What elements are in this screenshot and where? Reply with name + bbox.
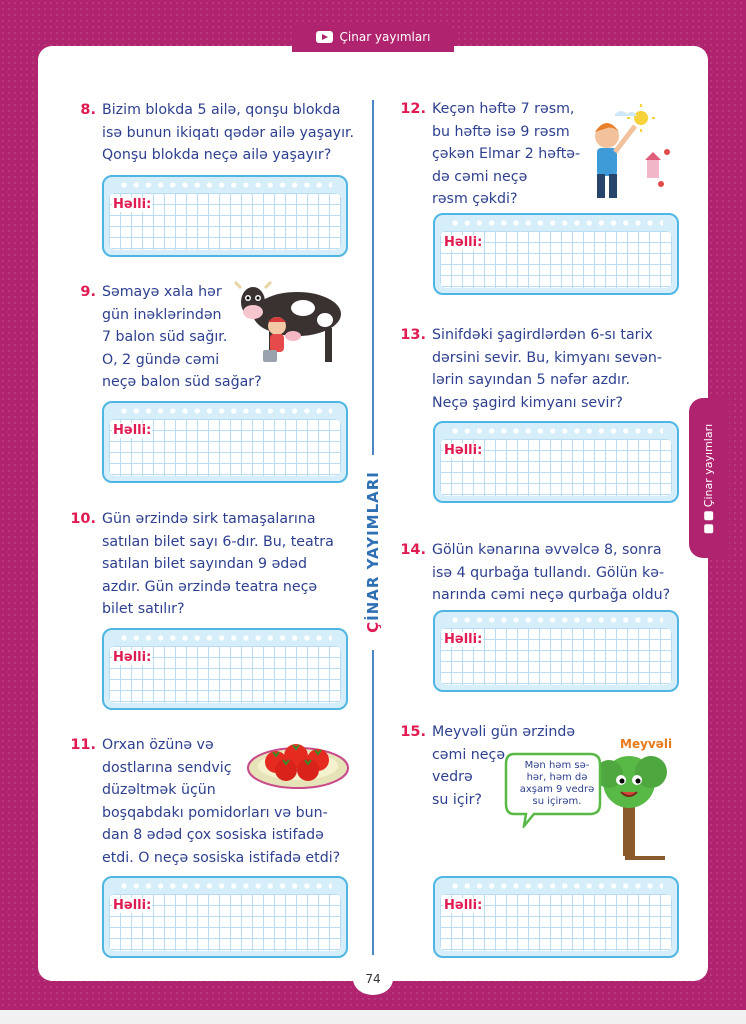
speech-line: su içirəm.	[532, 796, 582, 807]
problem-line: dərsini sevir. Bu, kimyanı sevən-	[432, 349, 662, 366]
header-brand-tab[interactable]: Çinar yayımları	[292, 22, 454, 52]
problem-number: 9.	[80, 284, 96, 300]
divider-brand: ÇİNAR YAYIMLARI	[364, 471, 382, 633]
problem-line: narında cəmi neçə qurbağa oldu?	[432, 587, 671, 603]
speech-line: axşam 9 vedrə	[519, 784, 595, 795]
problem-line: neçə balon süd sağar?	[102, 374, 262, 390]
problem-number: 12.	[400, 101, 426, 117]
problem-number: 15.	[400, 724, 426, 740]
page-number: 74	[353, 963, 393, 995]
problem-line: Meyvəli gün ərzində	[432, 724, 576, 740]
problem-number: 8.	[80, 102, 96, 118]
problem-line: satılan bilet sayından 9 ədəd	[102, 556, 308, 572]
side-brand-tab[interactable]: Çinar yayımları	[689, 398, 729, 558]
problem-line: bu həftə isə 9 rəsm	[432, 123, 570, 140]
answer-box-12[interactable]: Həlli:	[433, 213, 679, 295]
problem-line: Qonşu blokda neçə ailə yaşayır?	[102, 147, 332, 163]
solution-label: Həlli:	[112, 898, 153, 913]
problem-14: 14. Gölün kənarına əvvəlcə 8, sonra isə …	[400, 539, 671, 607]
problem-line: etdi. O neçə sosiska istifadə etdi?	[102, 849, 341, 866]
speech-line: Mən həm sə-	[524, 760, 590, 771]
column-divider-bottom	[372, 650, 374, 955]
problem-number: 10.	[70, 511, 96, 527]
problem-number: 11.	[70, 737, 96, 753]
problem-line: azdır. Gün ərzində teatra neçə	[102, 578, 318, 595]
answer-box-15[interactable]: Həlli:	[433, 876, 679, 958]
solution-label: Həlli:	[443, 443, 484, 458]
problem-line: dan 8 ədəd çox sosiska istifadə	[102, 827, 324, 843]
boy-drawing-illustration	[595, 104, 670, 198]
answer-box-8[interactable]: Həlli:	[102, 175, 348, 257]
solution-label: Həlli:	[443, 235, 484, 250]
problem-line: Keçən həftə 7 rəsm,	[432, 101, 575, 117]
speech-line: hər, həm də	[526, 772, 588, 783]
problem-number: 14.	[400, 542, 426, 558]
cow-milking-illustration	[233, 280, 341, 362]
solution-label: Həlli:	[112, 197, 153, 212]
youtube-icon	[315, 31, 333, 43]
answer-box-9[interactable]: Həlli:	[102, 401, 348, 483]
problem-8: 8. Bizim blokda 5 ailə, qonşu blokda isə…	[80, 99, 355, 167]
solution-label: Həlli:	[443, 898, 484, 913]
header-brand: Çinar yayımları	[339, 30, 431, 44]
problem-13: 13. Sinifdəki şagirdlərdən 6-sı tarix də…	[400, 324, 662, 414]
answer-box-14[interactable]: Həlli:	[433, 610, 679, 692]
tomato-plate-illustration	[247, 744, 349, 789]
problem-line: isə 4 qurbağa tullandı. Gölün kə-	[432, 564, 665, 581]
problem-line: Gün ərzində sirk tamaşalarına	[102, 511, 316, 527]
solution-label: Həlli:	[112, 650, 153, 665]
column-divider-top	[372, 100, 374, 455]
problem-line: çəkən Elmar 2 həftə-	[432, 146, 581, 162]
tree-name: Meyvəli	[620, 737, 673, 751]
facebook-icon	[704, 523, 714, 533]
problem-12: 12. Keçən həftə 7 rəsm, bu həftə isə 9 r…	[400, 98, 581, 211]
problem-line: Sinifdəki şagirdlərdən 6-sı tarix	[432, 327, 653, 343]
problem-line: satılan bilet sayı 6-dır. Bu, teatra	[102, 533, 334, 550]
problem-10: 10. Gün ərzində sirk tamaşalarına satıla…	[70, 508, 334, 621]
answer-box-13[interactable]: Həlli:	[433, 421, 679, 503]
speech-bubble-text: Mən həm sə- hər, həm də axşam 9 vedrə su…	[512, 760, 602, 808]
problem-line: də cəmi neçə	[432, 168, 528, 185]
solution-label: Həlli:	[443, 632, 484, 647]
answer-box-11[interactable]: Həlli:	[102, 876, 348, 958]
answer-box-10[interactable]: Həlli:	[102, 628, 348, 710]
problem-line: isə bunun ikiqatı qədər ailə yaşayır.	[102, 124, 355, 141]
problem-line: Neçə şagird kimyanı sevir?	[432, 394, 623, 411]
problem-line: rəsm çəkdi?	[432, 191, 518, 207]
problem-number: 13.	[400, 327, 426, 343]
side-brand: Çinar yayımları	[702, 423, 716, 507]
problem-line: boşqabdakı pomidorları və bun-	[102, 804, 328, 821]
bottom-strip	[0, 1010, 746, 1024]
problem-line: bilet satılır?	[102, 601, 185, 617]
problem-line: Bizim blokda 5 ailə, qonşu blokda	[102, 102, 341, 118]
problem-line: Gölün kənarına əvvəlcə 8, sonra	[432, 542, 662, 558]
solution-label: Həlli:	[112, 423, 153, 438]
problem-line: lərin sayından 5 nəfər azdır.	[432, 372, 631, 388]
instagram-icon	[704, 510, 714, 520]
